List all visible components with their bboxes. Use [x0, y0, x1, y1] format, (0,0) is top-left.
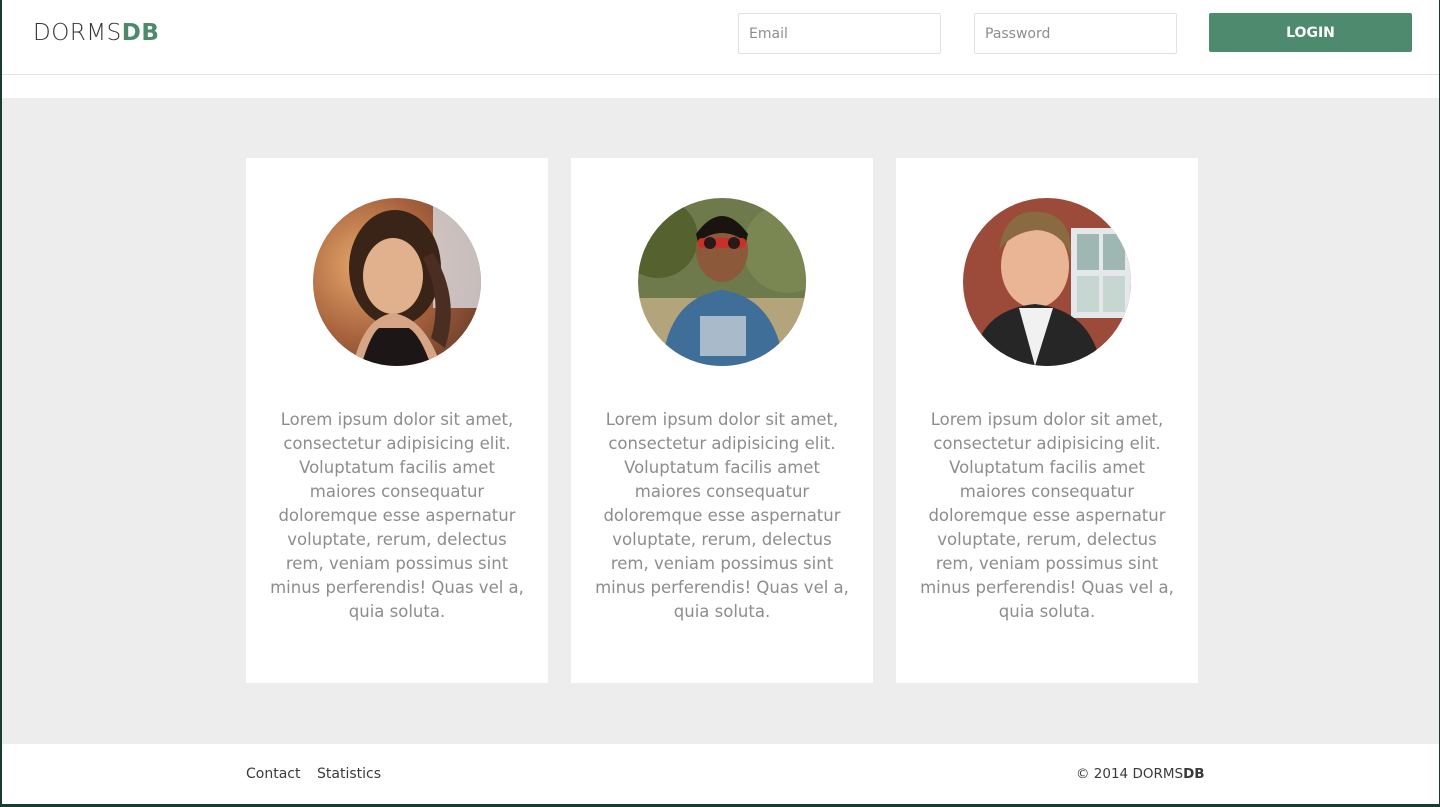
copyright-prefix: © 2014 DORMS [1076, 766, 1184, 782]
password-input[interactable] [974, 13, 1177, 54]
card-description: Lorem ipsum dolor sit amet, consectetur … [595, 410, 849, 621]
brand-logo[interactable]: DORMSDB [33, 20, 159, 46]
browser-viewport: DORMSDB LOGIN [2, 0, 1439, 804]
header-spacer [2, 75, 1439, 98]
footer-link-contact[interactable]: Contact [246, 766, 300, 782]
logo-text-bold: DB [121, 20, 160, 46]
card-description: Lorem ipsum dolor sit amet, consectetur … [270, 410, 524, 621]
profile-card: Lorem ipsum dolor sit amet, consectetur … [571, 158, 873, 683]
page-footer: Contact Statistics © 2014 DORMSDB [2, 744, 1439, 804]
profile-photo-man-sunglasses-icon [638, 198, 806, 366]
avatar [963, 198, 1131, 366]
copyright-notice: © 2014 DORMSDB [1076, 766, 1205, 782]
footer-link-statistics[interactable]: Statistics [317, 766, 381, 782]
profile-photo-man-smiling-icon [963, 198, 1131, 366]
avatar [313, 198, 481, 366]
card-description: Lorem ipsum dolor sit amet, consectetur … [920, 410, 1174, 621]
profile-photo-woman-icon [313, 198, 481, 366]
logo-text-light: DORMS [33, 20, 122, 46]
top-navbar: DORMSDB LOGIN [2, 0, 1439, 75]
profile-card: Lorem ipsum dolor sit amet, consectetur … [896, 158, 1198, 683]
copyright-bold: DB [1183, 766, 1205, 782]
login-button[interactable]: LOGIN [1209, 13, 1412, 52]
email-input[interactable] [738, 13, 941, 54]
avatar [638, 198, 806, 366]
profile-card: Lorem ipsum dolor sit amet, consectetur … [246, 158, 548, 683]
